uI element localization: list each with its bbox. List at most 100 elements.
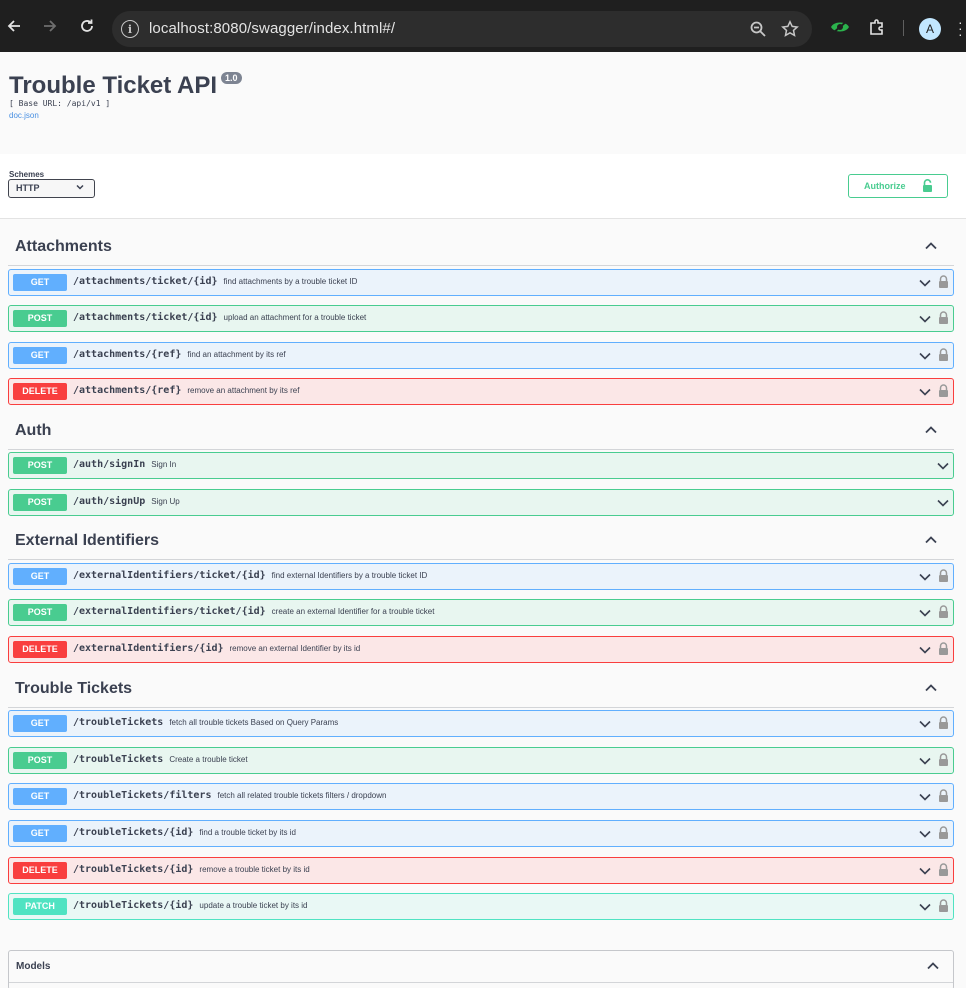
doc-json-link[interactable]: doc.json [9,111,39,120]
chevron-up-icon[interactable] [924,239,938,253]
tag-trouble-tickets[interactable]: Trouble Tickets [8,674,954,708]
method-badge: GET [13,788,67,805]
operation-summary: remove a trouble ticket by its id [199,865,310,874]
operation-block[interactable]: GET /externalIdentifiers/ticket/{id} find… [8,563,954,590]
lock-icon[interactable] [938,789,949,803]
lock-icon[interactable] [938,753,949,767]
authorize-label: Authorize [864,181,906,191]
operation-summary: remove an attachment by its ref [187,386,300,395]
profile-avatar[interactable]: A [919,18,941,40]
lock-icon[interactable] [938,311,949,325]
operation-path: /attachments/ticket/{id} upload an attach… [73,312,367,323]
chevron-down-icon[interactable] [919,386,931,398]
operation-block[interactable]: GET /attachments/{ref} find an attachment… [8,342,954,369]
lock-icon[interactable] [938,348,949,362]
tag-title: Trouble Tickets [15,680,133,697]
operation-block[interactable]: POST /troubleTickets Create a trouble tic… [8,747,954,774]
models-divider [9,982,953,983]
address-bar[interactable]: i localhost:8080/swagger/index.html#/ [112,11,812,47]
lock-icon[interactable] [938,863,949,877]
method-badge: GET [13,274,67,291]
chevron-down-icon[interactable] [919,901,931,913]
method-badge: PATCH [13,898,67,915]
operation-summary: find external Identifiers by a trouble t… [271,571,428,580]
lock-icon[interactable] [938,826,949,840]
operation-path: /externalIdentifiers/ticket/{id} create a… [73,606,435,617]
lock-icon[interactable] [938,899,949,913]
site-info-icon[interactable]: i [121,20,139,38]
chevron-up-icon[interactable] [924,423,938,437]
chevron-down-icon[interactable] [919,828,931,840]
chevron-up-icon[interactable] [924,533,938,547]
extensions-puzzle-icon[interactable] [866,16,888,38]
operation-block[interactable]: PATCH /troubleTickets/{id} update a troub… [8,893,954,920]
operation-block[interactable]: DELETE /externalIdentifiers/{id} remove a… [8,636,954,663]
chevron-down-icon[interactable] [937,497,949,509]
operation-path: /attachments/{ref} remove an attachment b… [73,385,300,396]
chevron-down-icon[interactable] [919,644,931,656]
chevron-down-icon[interactable] [919,277,931,289]
method-badge: DELETE [13,383,67,400]
operation-summary: Sign Up [151,497,180,506]
reload-icon [81,19,93,32]
operation-summary: fetch all related trouble tickets filter… [217,791,387,800]
method-badge: GET [13,715,67,732]
menu-kebab-icon[interactable]: · · · [958,15,963,41]
browser-toolbar: i localhost:8080/swagger/index.html#/ A … [0,0,966,52]
chevron-up-icon[interactable] [924,681,938,695]
lock-icon[interactable] [938,275,949,289]
operation-block[interactable]: GET /attachments/ticket/{id} find attachm… [8,269,954,296]
chevron-up-icon[interactable] [926,959,940,973]
lock-icon[interactable] [938,716,949,730]
operation-block[interactable]: GET /troubleTickets/{id} find a trouble t… [8,820,954,847]
method-badge: GET [13,347,67,364]
tag-auth[interactable]: Auth [8,416,954,450]
extension-eye-icon[interactable] [829,16,851,38]
tag-external-identifiers[interactable]: External Identifiers [8,526,954,560]
authorize-button[interactable]: Authorize [848,174,948,198]
lock-icon[interactable] [938,384,949,398]
operation-block[interactable]: GET /troubleTickets/filters fetch all rel… [8,783,954,810]
address-url[interactable]: localhost:8080/swagger/index.html#/ [149,20,395,37]
chevron-down-icon[interactable] [937,460,949,472]
operation-path: /auth/signIn Sign In [73,459,177,470]
operation-path: /troubleTickets Create a trouble ticket [73,754,248,765]
operation-block[interactable]: POST /attachments/ticket/{id} upload an a… [8,305,954,332]
lock-icon[interactable] [938,642,949,656]
method-badge: POST [13,752,67,769]
forward-button[interactable] [36,12,64,40]
chevron-down-icon[interactable] [919,571,931,583]
tag-title: Attachments [15,238,112,255]
chevron-down-icon[interactable] [919,718,931,730]
chevron-down-icon[interactable] [919,755,931,767]
tag-attachments[interactable]: Attachments [8,232,954,266]
chevron-down-icon[interactable] [919,865,931,877]
back-button[interactable] [0,12,28,40]
operation-block[interactable]: DELETE /troubleTickets/{id} remove a trou… [8,857,954,884]
operation-block[interactable]: GET /troubleTickets fetch all trouble tic… [8,710,954,737]
reload-button[interactable] [73,12,101,40]
operation-block[interactable]: POST /auth/signIn Sign In [8,452,954,479]
operation-path: /externalIdentifiers/{id} remove an exter… [73,643,361,654]
operation-path: /troubleTickets/{id} remove a trouble tic… [73,864,310,875]
method-badge: GET [13,825,67,842]
method-badge: POST [13,494,67,511]
operation-summary: find attachments by a trouble ticket ID [223,277,358,286]
operation-block[interactable]: POST /auth/signUp Sign Up [8,489,954,516]
chevron-down-icon[interactable] [919,791,931,803]
operation-summary: Create a trouble ticket [169,755,248,764]
bookmark-star-icon[interactable] [780,19,800,39]
tag-title: Auth [15,422,52,439]
chevron-down-icon[interactable] [919,313,931,325]
lock-icon[interactable] [938,569,949,583]
chevron-down-icon[interactable] [919,350,931,362]
operation-block[interactable]: POST /externalIdentifiers/ticket/{id} cre… [8,599,954,626]
lock-icon[interactable] [938,605,949,619]
operation-summary: create an external Identifier for a trou… [271,607,435,616]
arrow-left-icon [7,20,20,32]
schemes-select[interactable]: HTTP [8,179,95,198]
models-section[interactable]: Models [8,950,954,988]
zoom-icon[interactable] [748,19,768,39]
chevron-down-icon[interactable] [919,607,931,619]
operation-block[interactable]: DELETE /attachments/{ref} remove an attac… [8,378,954,405]
